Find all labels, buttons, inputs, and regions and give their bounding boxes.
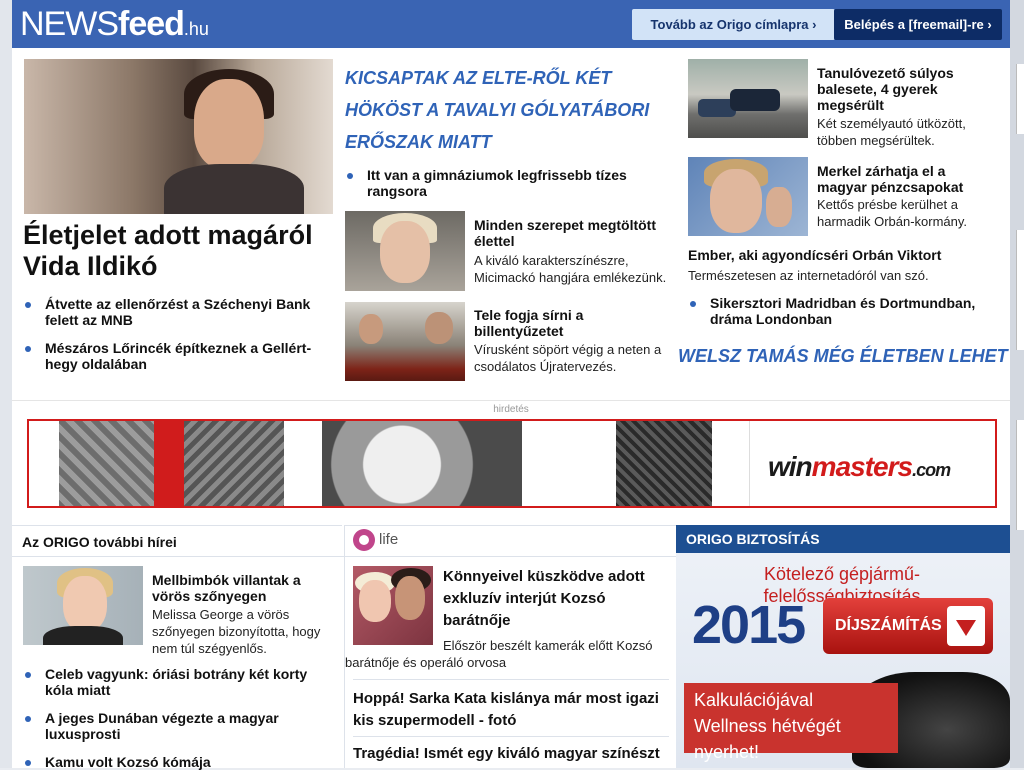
origo-home-button[interactable]: Tovább az Origo címlapra › — [632, 9, 835, 40]
site-header: NEWSfeed.hu Tovább az Origo címlapra › B… — [12, 0, 1010, 48]
logo-tld: .hu — [183, 19, 209, 39]
insurance-promo[interactable]: Kalkulációjával Wellness hétvégét nyerhe… — [684, 683, 898, 762]
article-lead: Melissa George a vörös szőnyegen bizonyí… — [152, 607, 321, 656]
logo-news: NEWS — [20, 5, 119, 43]
photo-shape — [766, 187, 792, 227]
divider — [12, 525, 342, 526]
lead-bullet-link[interactable]: Mészáros Lőrincék építkeznek a Gellért-h… — [23, 340, 333, 372]
photo-shape — [380, 221, 430, 283]
article-title[interactable]: Könnyeivel küszködve adott exkluzív inte… — [443, 566, 663, 632]
side-tab[interactable] — [1016, 230, 1024, 350]
article-lead: A kiváló karakterszínészre, Micimackó ha… — [474, 253, 667, 285]
divider — [344, 525, 676, 526]
arrow-down-icon — [947, 606, 985, 646]
right-bullet-link[interactable]: Sikersztori Madridban és Dortmundban, dr… — [688, 295, 998, 327]
photo-shape — [43, 626, 123, 645]
article-title[interactable]: Tele fogja sírni a billentyűzetet — [474, 307, 664, 339]
welsz-headline[interactable]: WELSZ TAMÁS MÉG ÉLETBEN LEHET — [678, 345, 1010, 367]
divider — [353, 679, 669, 680]
article-title[interactable]: Mellbimbók villantak a vörös szőnyegen — [152, 572, 332, 604]
ad-graphic — [59, 421, 154, 506]
article-thumbnail[interactable] — [688, 59, 808, 138]
life-logo-icon — [353, 529, 375, 552]
article-thumbnail[interactable] — [23, 566, 143, 645]
logo-part: .com — [912, 460, 951, 480]
site-logo[interactable]: NEWSfeed.hu — [20, 6, 209, 42]
article-title[interactable]: Minden szerepet megtöltött élettel — [474, 217, 664, 249]
divider — [345, 556, 676, 557]
article-title[interactable]: Merkel zárhatja el a magyar pénzcsapokat — [817, 163, 997, 195]
logo-part: win — [768, 451, 813, 482]
middle-headline[interactable]: KICSAPTAK AZ ELTE-RŐL KÉT HÖKÖST A TAVAL… — [345, 62, 657, 158]
photo-shape — [730, 89, 780, 111]
life-logo-text: life — [379, 531, 399, 548]
middle-bullet-link[interactable]: Itt van a gimnáziumok legfrissebb tízes … — [345, 167, 655, 199]
ad-graphic — [154, 421, 184, 506]
life-link[interactable]: Hoppá! Sarka Kata kislánya már most igaz… — [353, 688, 673, 732]
ad-graphic — [616, 421, 712, 506]
article-title[interactable]: Ember, aki agyondícséri Orbán Viktort — [688, 247, 1008, 263]
article-lead: Először beszélt kamerák előtt Kozsó bará… — [345, 638, 653, 670]
page: NEWSfeed.hu Tovább az Origo címlapra › B… — [12, 0, 1010, 770]
photo-shape — [710, 169, 762, 233]
freemail-login-button[interactable]: Belépés a [freemail]-re › — [834, 9, 1002, 40]
lead-headline[interactable]: Életjelet adott magáról Vida Ildikó — [23, 220, 343, 282]
lead-bullet-link[interactable]: Átvette az ellenőrzést a Széchenyi Bank … — [23, 296, 333, 328]
photo-shape — [395, 576, 425, 620]
divider — [353, 736, 669, 737]
photo-shape — [194, 79, 264, 169]
side-tab[interactable] — [1016, 420, 1024, 530]
photo-shape — [359, 314, 383, 344]
article-lead: Kettős présbe kerülhet a harmadik Orbán-… — [817, 197, 968, 229]
logo-feed: feed — [118, 5, 185, 43]
origo-section-heading: Az ORIGO további hírei — [22, 534, 177, 550]
ad-banner[interactable]: winmasters.com — [27, 419, 997, 508]
ad-graphic — [322, 421, 522, 506]
insurance-year: 2015 — [692, 595, 806, 655]
article-lead: Vírusként söpört végig a neten a csodála… — [474, 342, 662, 374]
lead-photo[interactable] — [24, 59, 333, 214]
article-thumbnail[interactable] — [353, 566, 433, 645]
article-lead: Két személyautó ütközött, többen megsérü… — [817, 116, 966, 148]
insurance-heading: ORIGO BIZTOSÍTÁS — [676, 525, 1010, 553]
photo-shape — [359, 580, 391, 622]
article-lead: Természetesen az internetadóról van szó. — [688, 268, 929, 283]
article-title[interactable]: Tanulóvezető súlyos balesete, 4 gyerek m… — [817, 65, 997, 113]
article-thumbnail[interactable] — [688, 157, 808, 236]
left-margin — [0, 0, 12, 768]
life-logo[interactable]: life — [353, 527, 398, 553]
ad-label: hirdetés — [493, 404, 529, 415]
article-thumbnail[interactable] — [345, 211, 465, 291]
photo-shape — [425, 312, 453, 344]
article-thumbnail[interactable] — [345, 302, 465, 381]
logo-part: masters — [811, 451, 913, 482]
photo-shape — [164, 164, 304, 214]
photo-shape — [63, 576, 107, 632]
calculate-button-label: DÍJSZÁMÍTÁS — [835, 617, 942, 634]
life-link[interactable]: Tragédia! Ismét egy kiváló magyar színés… — [353, 743, 673, 765]
ad-brand-panel: winmasters.com — [749, 421, 995, 506]
ad-graphic — [184, 421, 284, 506]
side-tab[interactable] — [1016, 64, 1024, 134]
winmasters-logo: winmasters.com — [768, 451, 951, 483]
calculate-button[interactable]: DÍJSZÁMÍTÁS — [823, 598, 993, 654]
origo-bullet-link[interactable]: Celeb vagyunk: óriási botrány két korty … — [23, 666, 333, 698]
origo-bullet-link[interactable]: A jeges Dunában végezte a magyar luxuspr… — [23, 710, 333, 742]
